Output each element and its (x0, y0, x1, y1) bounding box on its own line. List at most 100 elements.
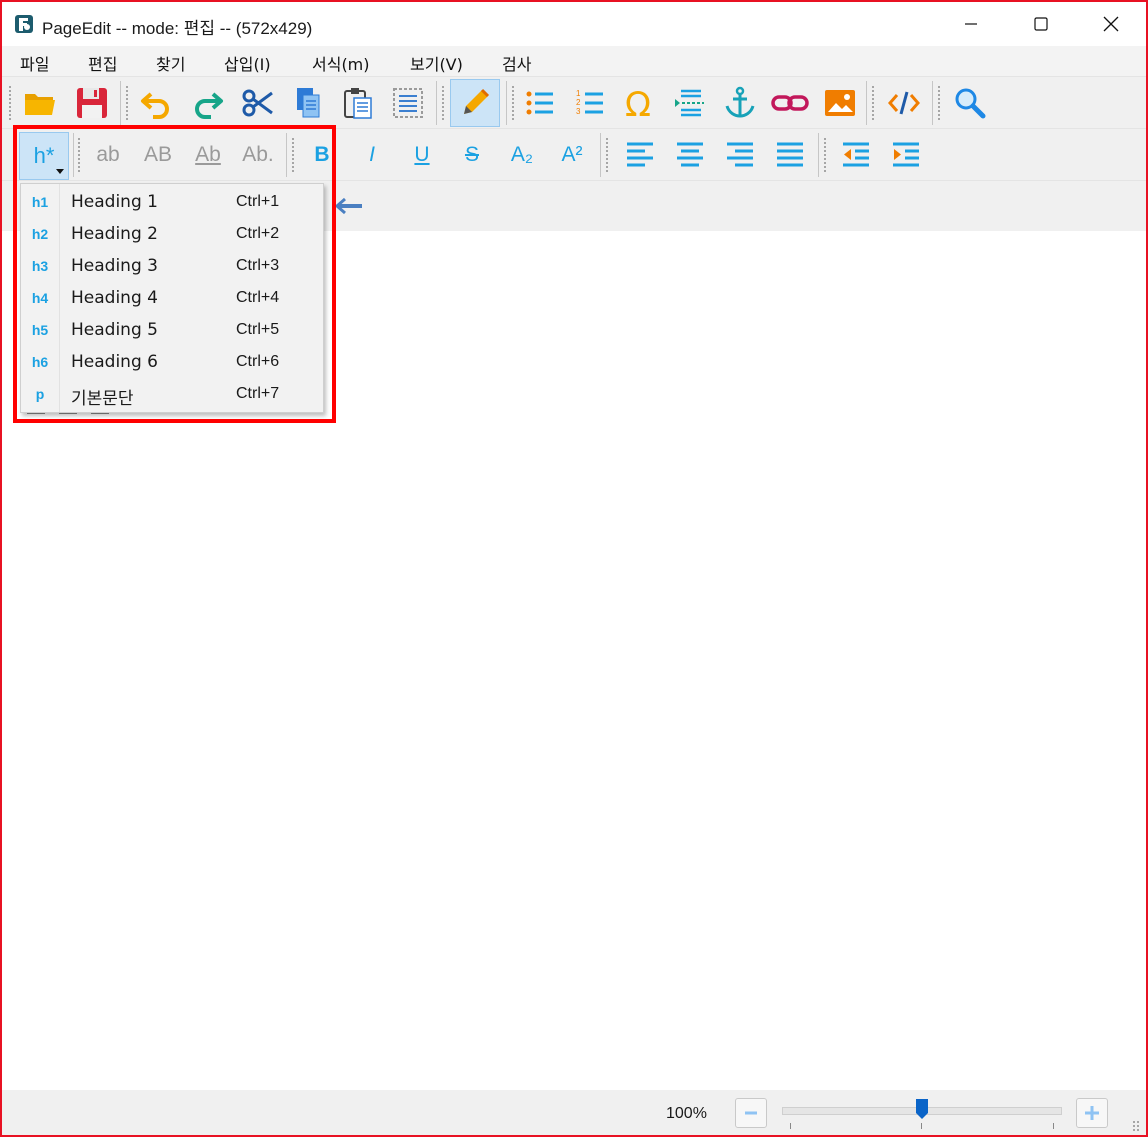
toolbar-grip[interactable] (125, 85, 129, 121)
undo-button[interactable] (134, 81, 178, 125)
align-justify-button[interactable] (768, 133, 812, 177)
toolbar-grip[interactable] (871, 85, 875, 121)
close-button[interactable] (1076, 2, 1146, 46)
h2-icon: h2 (31, 226, 49, 242)
superscript-button[interactable]: A² (550, 133, 594, 177)
titlecase-button[interactable]: Ab (186, 133, 230, 177)
align-left-button[interactable] (618, 133, 662, 177)
redo-button[interactable] (186, 81, 230, 125)
bold-button[interactable]: B (300, 133, 344, 177)
insert-image-button[interactable] (818, 81, 862, 125)
bullet-list-button[interactable] (518, 81, 562, 125)
svg-text:2: 2 (576, 98, 581, 107)
heading-6-item[interactable]: h6 Heading 6 Ctrl+6 (21, 346, 323, 378)
paragraph-item[interactable]: p 기본문단 Ctrl+7 (21, 378, 323, 410)
toolbar-separator (120, 81, 121, 125)
lowercase-label: ab (96, 143, 120, 166)
anchor-button[interactable] (718, 81, 762, 125)
toolbar-grip[interactable] (823, 137, 827, 173)
menu-format[interactable]: 서식(m) (312, 51, 370, 75)
menu-insert[interactable]: 삽입(I) (224, 51, 271, 75)
paste-icon (344, 88, 372, 119)
toolbar-separator (506, 81, 507, 125)
heading-4-item[interactable]: h4 Heading 4 Ctrl+4 (21, 282, 323, 314)
heading-2-label: Heading 2 (71, 224, 158, 244)
heading-button[interactable]: h* (19, 132, 69, 180)
image-icon (825, 90, 855, 116)
resize-grip[interactable] (1132, 1120, 1140, 1132)
maximize-button[interactable] (1006, 2, 1076, 46)
heading-5-item[interactable]: h5 Heading 5 Ctrl+5 (21, 314, 323, 346)
zoom-slider-thumb[interactable] (915, 1098, 929, 1120)
outdent-button[interactable] (834, 133, 878, 177)
insert-break-button[interactable] (668, 81, 712, 125)
italic-button[interactable]: I (350, 133, 394, 177)
align-center-icon (677, 142, 703, 167)
menu-view[interactable]: 보기(V) (410, 51, 463, 75)
menu-file[interactable]: 파일 (20, 51, 49, 75)
toolbar-grip[interactable] (511, 85, 515, 121)
save-button[interactable] (70, 81, 114, 125)
heading-3-item[interactable]: h3 Heading 3 Ctrl+3 (21, 250, 323, 282)
back-button[interactable] (326, 184, 370, 228)
heading-1-label: Heading 1 (71, 192, 158, 212)
heading-3-shortcut: Ctrl+3 (236, 257, 280, 274)
toolbar-grip[interactable] (605, 137, 609, 173)
strikethrough-label: S (464, 143, 479, 166)
toolbar-grip[interactable] (441, 85, 445, 121)
code-view-icon (888, 91, 920, 115)
slider-tick (1053, 1123, 1054, 1129)
toolbar-grip[interactable] (291, 137, 295, 173)
select-all-button[interactable] (386, 81, 430, 125)
format-toolbar: h* ab AB Ab Ab. B I U S A₂ A² (2, 128, 1146, 181)
slider-tick (790, 1123, 791, 1129)
svg-text:3: 3 (576, 107, 581, 116)
strikethrough-button[interactable]: S (450, 133, 494, 177)
bold-label: B (314, 143, 330, 166)
search-button[interactable] (948, 81, 992, 125)
underline-label: U (414, 143, 430, 166)
open-button[interactable] (18, 81, 62, 125)
indent-button[interactable] (884, 133, 928, 177)
code-view-button[interactable] (882, 81, 926, 125)
toolbar-grip[interactable] (77, 137, 81, 173)
uppercase-label: AB (143, 143, 172, 166)
superscript-label: A² (561, 143, 583, 166)
align-center-button[interactable] (668, 133, 712, 177)
heading-1-item[interactable]: h1 Heading 1 Ctrl+1 (21, 186, 323, 218)
link-button[interactable] (768, 81, 812, 125)
plus-icon (1085, 1106, 1099, 1120)
minimize-button[interactable] (936, 2, 1006, 46)
menu-find[interactable]: 찾기 (156, 51, 185, 75)
maximize-icon (1034, 17, 1048, 31)
cut-icon (242, 89, 273, 117)
zoom-out-button[interactable] (735, 1098, 767, 1128)
paste-button[interactable] (336, 81, 380, 125)
subscript-button[interactable]: A₂ (500, 133, 544, 177)
insert-break-icon (675, 89, 704, 117)
toolbar-grip[interactable] (8, 85, 12, 121)
numbered-list-button[interactable]: 123 (568, 81, 612, 125)
menu-edit[interactable]: 편집 (88, 51, 117, 75)
toolbar-grip[interactable] (937, 85, 941, 121)
zoom-in-button[interactable] (1076, 1098, 1108, 1128)
align-right-button[interactable] (718, 133, 762, 177)
toolbar-grip[interactable] (12, 137, 16, 173)
copy-button[interactable] (286, 81, 330, 125)
h3-icon: h3 (31, 258, 49, 274)
sentencecase-label: Ab. (242, 143, 274, 166)
outdent-icon (843, 142, 869, 167)
heading-2-item[interactable]: h2 Heading 2 Ctrl+2 (21, 218, 323, 250)
menu-inspect[interactable]: 검사 (502, 51, 531, 75)
special-char-button[interactable]: Ω (618, 81, 662, 125)
h6-icon: h6 (31, 354, 49, 370)
uppercase-button[interactable]: AB (136, 133, 180, 177)
heading-1-shortcut: Ctrl+1 (236, 193, 280, 210)
pageedit-logo-icon (15, 15, 33, 33)
lowercase-button[interactable]: ab (86, 133, 130, 177)
edit-mode-button[interactable] (450, 79, 500, 127)
underline-button[interactable]: U (400, 133, 444, 177)
toolbar-separator (818, 133, 819, 177)
sentencecase-button[interactable]: Ab. (236, 133, 280, 177)
cut-button[interactable] (236, 81, 280, 125)
